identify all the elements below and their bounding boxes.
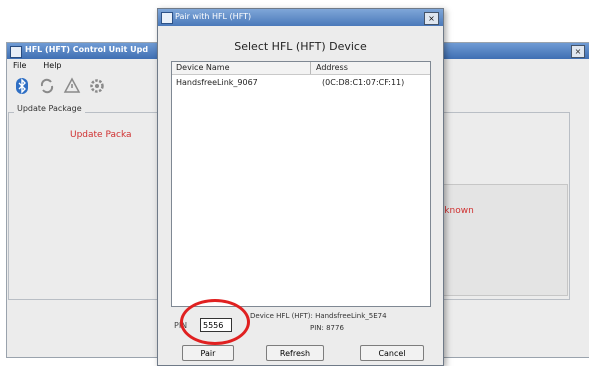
main-window-title: HFL (HFT) Control Unit Upd (25, 45, 149, 54)
main-close-button[interactable]: × (571, 45, 585, 58)
menu-help[interactable]: Help (43, 61, 61, 70)
dialog-icon (161, 12, 173, 24)
device-name-cell: HandsfreeLink_9067 (176, 78, 258, 87)
dialog-heading: Select HFL (HFT) Device (234, 40, 367, 53)
update-package-text: Update Packa (70, 130, 132, 140)
dialog-title: Pair with HFL (HFT) (175, 12, 252, 21)
red-highlight-circle (180, 299, 250, 345)
toolbar (13, 77, 110, 99)
update-package-label: Update Package (14, 104, 85, 113)
dialog-footer: PIN Device HFL (HFT): HandsfreeLink_5E74… (158, 299, 443, 365)
column-address[interactable]: Address (316, 63, 348, 72)
column-separator[interactable] (310, 62, 311, 74)
column-device-name[interactable]: Device Name (176, 63, 230, 72)
warning-icon[interactable] (63, 77, 81, 95)
device-info-text: Device HFL (HFT): HandsfreeLink_5E74 (250, 312, 387, 320)
device-address-cell: (0C:D8:C1:07:CF:11) (322, 78, 405, 87)
menu-file[interactable]: File (13, 61, 26, 70)
device-list[interactable]: Device Name Address HandsfreeLink_9067 (… (171, 61, 431, 307)
pair-dialog: Pair with HFL (HFT) × Select HFL (HFT) D… (157, 8, 444, 366)
pair-button[interactable]: Pair (182, 345, 234, 361)
sync-icon[interactable] (38, 77, 56, 95)
status-pane (430, 184, 568, 296)
list-header: Device Name Address (172, 62, 430, 75)
dialog-titlebar: Pair with HFL (HFT) × (158, 9, 443, 26)
cancel-button[interactable]: Cancel (360, 345, 424, 361)
bluetooth-icon[interactable] (13, 77, 31, 95)
refresh-button[interactable]: Refresh (266, 345, 324, 361)
app-icon (10, 46, 22, 58)
gear-icon[interactable] (88, 77, 106, 95)
pin-info-text: PIN: 8776 (310, 324, 344, 332)
menubar: File Help (13, 61, 76, 73)
dialog-close-button[interactable]: × (424, 12, 439, 25)
